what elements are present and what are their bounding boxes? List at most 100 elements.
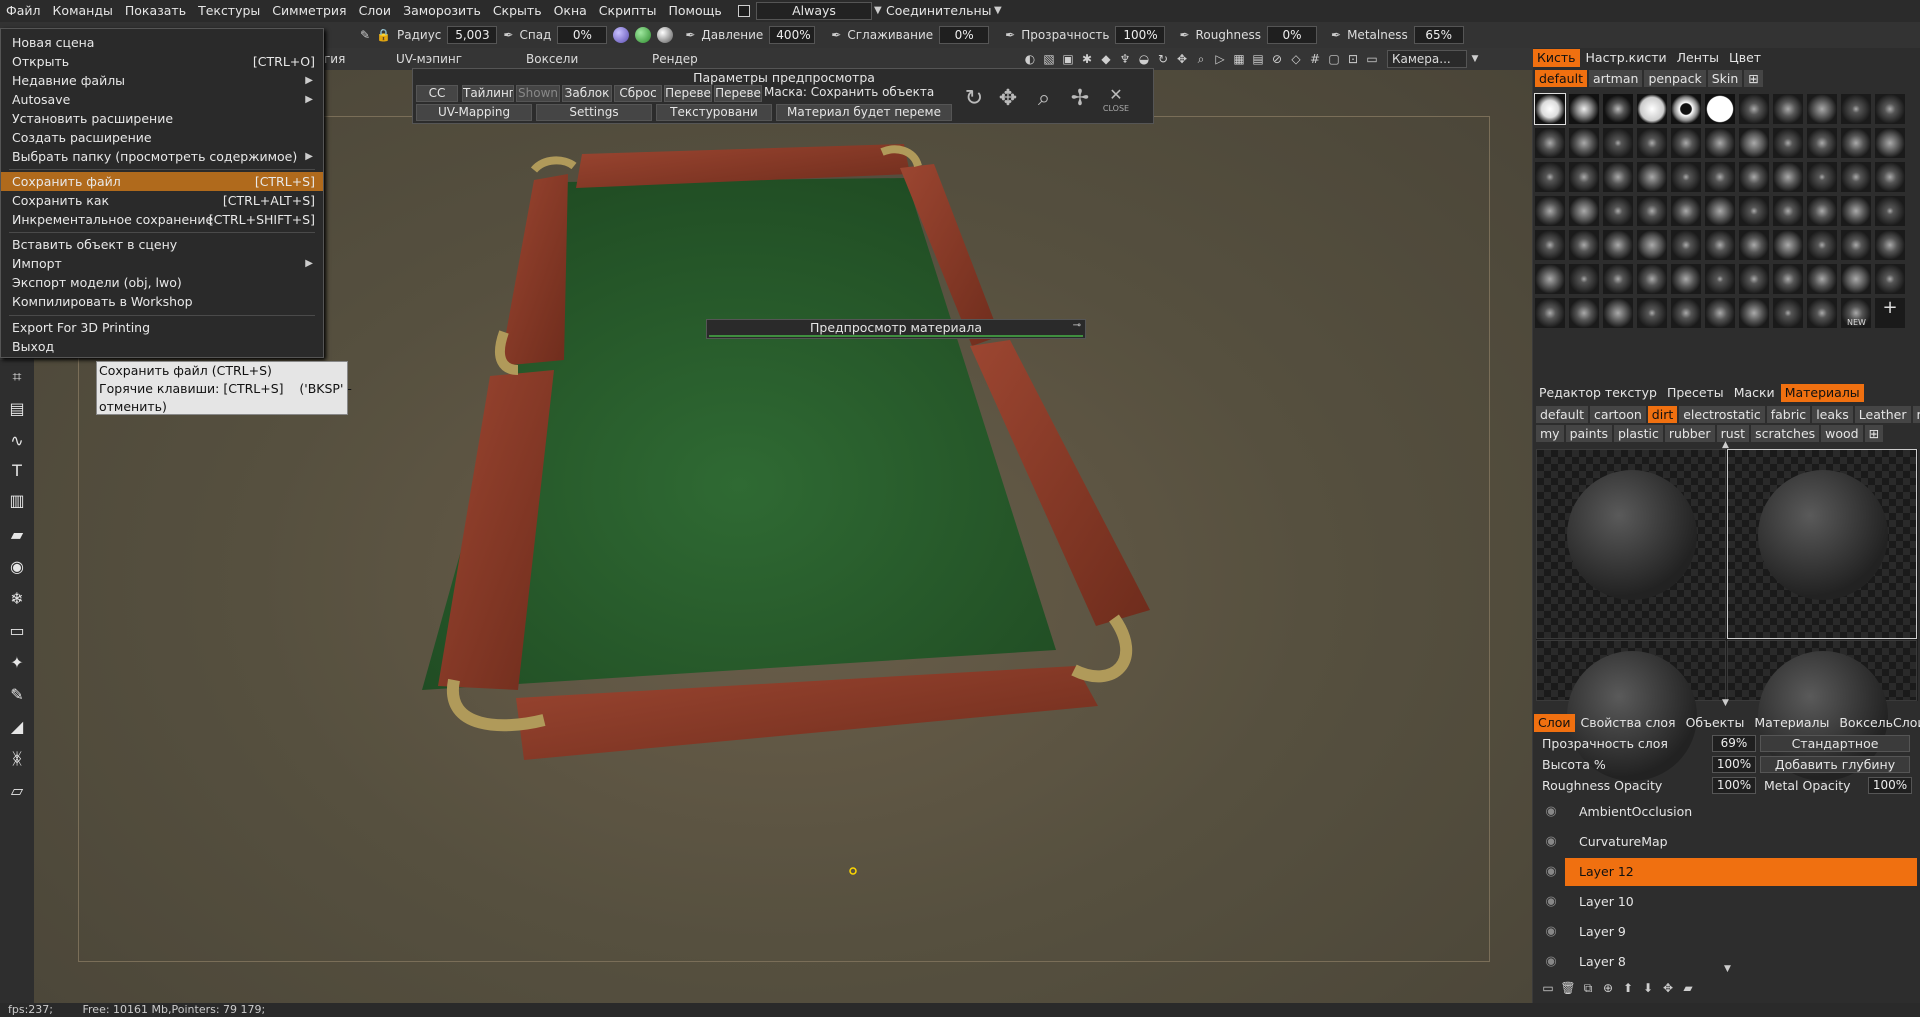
tab-strips[interactable]: Ленты <box>1673 49 1723 67</box>
tape-icon[interactable]: ▭ <box>6 620 28 642</box>
brush-thumb[interactable] <box>1535 162 1565 192</box>
chip-dirt[interactable]: dirt <box>1647 406 1678 423</box>
fork-icon[interactable]: ♆ <box>1117 51 1133 67</box>
tab-voxel-layers[interactable]: ВоксельСлои <box>1835 714 1920 732</box>
brush-thumb[interactable] <box>1603 196 1633 226</box>
layer-height-field[interactable]: 100% <box>1712 756 1756 773</box>
brush-thumb[interactable] <box>1739 94 1769 124</box>
brush-thumb[interactable] <box>1569 128 1599 158</box>
file-menu-recent[interactable]: Недавние файлы ▶ <box>1 71 323 90</box>
brush-thumb[interactable] <box>1841 264 1871 294</box>
eye-icon[interactable]: ◉ <box>1543 954 1559 970</box>
brush-thumb[interactable] <box>1569 298 1599 328</box>
file-menu-insert-object[interactable]: Вставить объект в сцену <box>1 235 323 254</box>
brush-thumb[interactable] <box>1671 264 1701 294</box>
eye-icon[interactable]: ◉ <box>6 556 28 578</box>
file-menu-save-as[interactable]: Сохранить как [CTRL+ALT+S] <box>1 191 323 210</box>
chip-rubber[interactable]: rubber <box>1664 425 1715 442</box>
chip-default[interactable]: default <box>1536 406 1588 423</box>
box-icon[interactable]: ▣ <box>1060 51 1076 67</box>
pen-icon[interactable]: ✒ <box>831 28 841 42</box>
brush-thumb[interactable] <box>1739 162 1769 192</box>
frame-icon[interactable]: ▢ <box>1326 51 1342 67</box>
gloss-ball-icon[interactable] <box>657 27 674 43</box>
material-thumb-2[interactable] <box>1727 449 1917 639</box>
material-thumb-4[interactable] <box>1727 640 1917 781</box>
layer-row[interactable]: CurvatureMap <box>1565 828 1917 856</box>
always-checkbox[interactable] <box>738 5 750 17</box>
brush-thumb[interactable] <box>1671 162 1701 192</box>
rotate-icon[interactable]: ↻ <box>960 85 988 113</box>
eye-icon[interactable]: ◉ <box>1543 804 1559 820</box>
scroll-down-icon[interactable]: ▼ <box>1724 964 1731 974</box>
tiling-button[interactable]: Тайлинг <box>462 85 514 102</box>
pen-tool-icon[interactable]: ✎ <box>6 684 28 706</box>
brush-thumb[interactable] <box>1535 298 1565 328</box>
brush-thumb[interactable] <box>1739 264 1769 294</box>
brush-thumb[interactable] <box>1671 298 1701 328</box>
cc-button[interactable]: CC <box>416 85 458 102</box>
always-dropdown[interactable]: Always <box>756 2 872 20</box>
menu-scripts[interactable]: Скрипты <box>593 0 663 22</box>
chip-my[interactable]: my <box>1536 425 1564 442</box>
chip-plastic[interactable]: plastic <box>1613 425 1663 442</box>
tab-brush[interactable]: Кисть <box>1533 49 1580 67</box>
grid-icon[interactable]: ▤ <box>1250 51 1266 67</box>
tab-brush-settings[interactable]: Настр.кисти <box>1582 49 1671 67</box>
brush-thumb[interactable] <box>1739 128 1769 158</box>
tab-masks[interactable]: Маски <box>1730 384 1779 402</box>
eraser-icon[interactable]: ▰ <box>6 524 28 546</box>
brush-thumb[interactable] <box>1637 162 1667 192</box>
settings-button[interactable]: Settings <box>536 104 652 121</box>
light-icon[interactable]: ✱ <box>1079 51 1095 67</box>
falloff-field[interactable]: 0% <box>557 26 608 44</box>
brush-thumb[interactable] <box>1569 162 1599 192</box>
mask-dropdown[interactable]: Маска: Сохранить объекта <box>764 85 954 102</box>
brush-thumb[interactable] <box>1773 230 1803 260</box>
brush-thumb[interactable] <box>1773 298 1803 328</box>
chip-cartoon[interactable]: cartoon <box>1589 406 1646 423</box>
file-menu-save[interactable]: Сохранить файл [CTRL+S] <box>1 172 323 191</box>
file-menu-new-scene[interactable]: Новая сцена <box>1 33 323 52</box>
new-brush-button[interactable]: + <box>1875 298 1905 328</box>
chip-wood[interactable]: wood <box>1821 425 1863 442</box>
lasso-icon[interactable]: ⌗ <box>6 366 28 388</box>
chip-skin[interactable]: Skin <box>1707 70 1743 87</box>
brush-thumb[interactable] <box>1773 162 1803 192</box>
text-icon[interactable]: T <box>6 460 28 482</box>
chip-scratches[interactable]: scratches <box>1751 425 1820 442</box>
reorder-icon[interactable]: ✥ <box>1660 980 1676 996</box>
scroll-down-icon[interactable]: ▼ <box>1722 698 1729 708</box>
shown-button[interactable]: Shown <box>516 85 560 102</box>
tab-presets[interactable]: Пресеты <box>1663 384 1728 402</box>
menu-commands[interactable]: Команды <box>47 0 119 22</box>
menu-symmetry[interactable]: Симметрия <box>266 0 352 22</box>
tab-materials[interactable]: Материалы <box>1780 384 1864 402</box>
chip-penpack[interactable]: penpack <box>1644 70 1706 87</box>
connective-dropdown[interactable]: Соединительны <box>886 2 998 20</box>
add-folder-icon[interactable]: ⊞ <box>1744 70 1763 87</box>
brush-thumb[interactable] <box>1807 196 1837 226</box>
room-tab-render[interactable]: Рендер <box>652 52 698 66</box>
brush-thumb[interactable] <box>1705 128 1735 158</box>
file-menu-install-extension[interactable]: Установить расширение <box>1 109 323 128</box>
brush-thumb[interactable] <box>1671 196 1701 226</box>
brush-thumb[interactable] <box>1705 298 1735 328</box>
menu-hide[interactable]: Скрыть <box>487 0 548 22</box>
layer-row[interactable]: Layer 8 <box>1565 948 1917 976</box>
menu-view[interactable]: Показать <box>119 0 192 22</box>
brush-thumb[interactable] <box>1841 196 1871 226</box>
pencil-icon[interactable]: ✎ <box>360 28 370 42</box>
new-layer-icon[interactable]: ▭ <box>1540 980 1556 996</box>
snowflake-icon[interactable]: ❄ <box>6 588 28 610</box>
render-icon[interactable]: ▭ <box>1364 51 1380 67</box>
material-thumb-3[interactable] <box>1536 640 1726 781</box>
file-menu-incremental-save[interactable]: Инкрементальное сохранение [CTRL+SHIFT+S] <box>1 210 323 229</box>
brush-thumb[interactable] <box>1705 196 1735 226</box>
page-icon[interactable]: ▤ <box>6 398 28 420</box>
drop-icon[interactable]: ◆ <box>1098 51 1114 67</box>
brush-thumb[interactable] <box>1569 94 1599 124</box>
brush-thumb[interactable] <box>1807 264 1837 294</box>
layer-row[interactable]: Layer 10 <box>1565 888 1917 916</box>
brush-thumb[interactable] <box>1875 128 1905 158</box>
